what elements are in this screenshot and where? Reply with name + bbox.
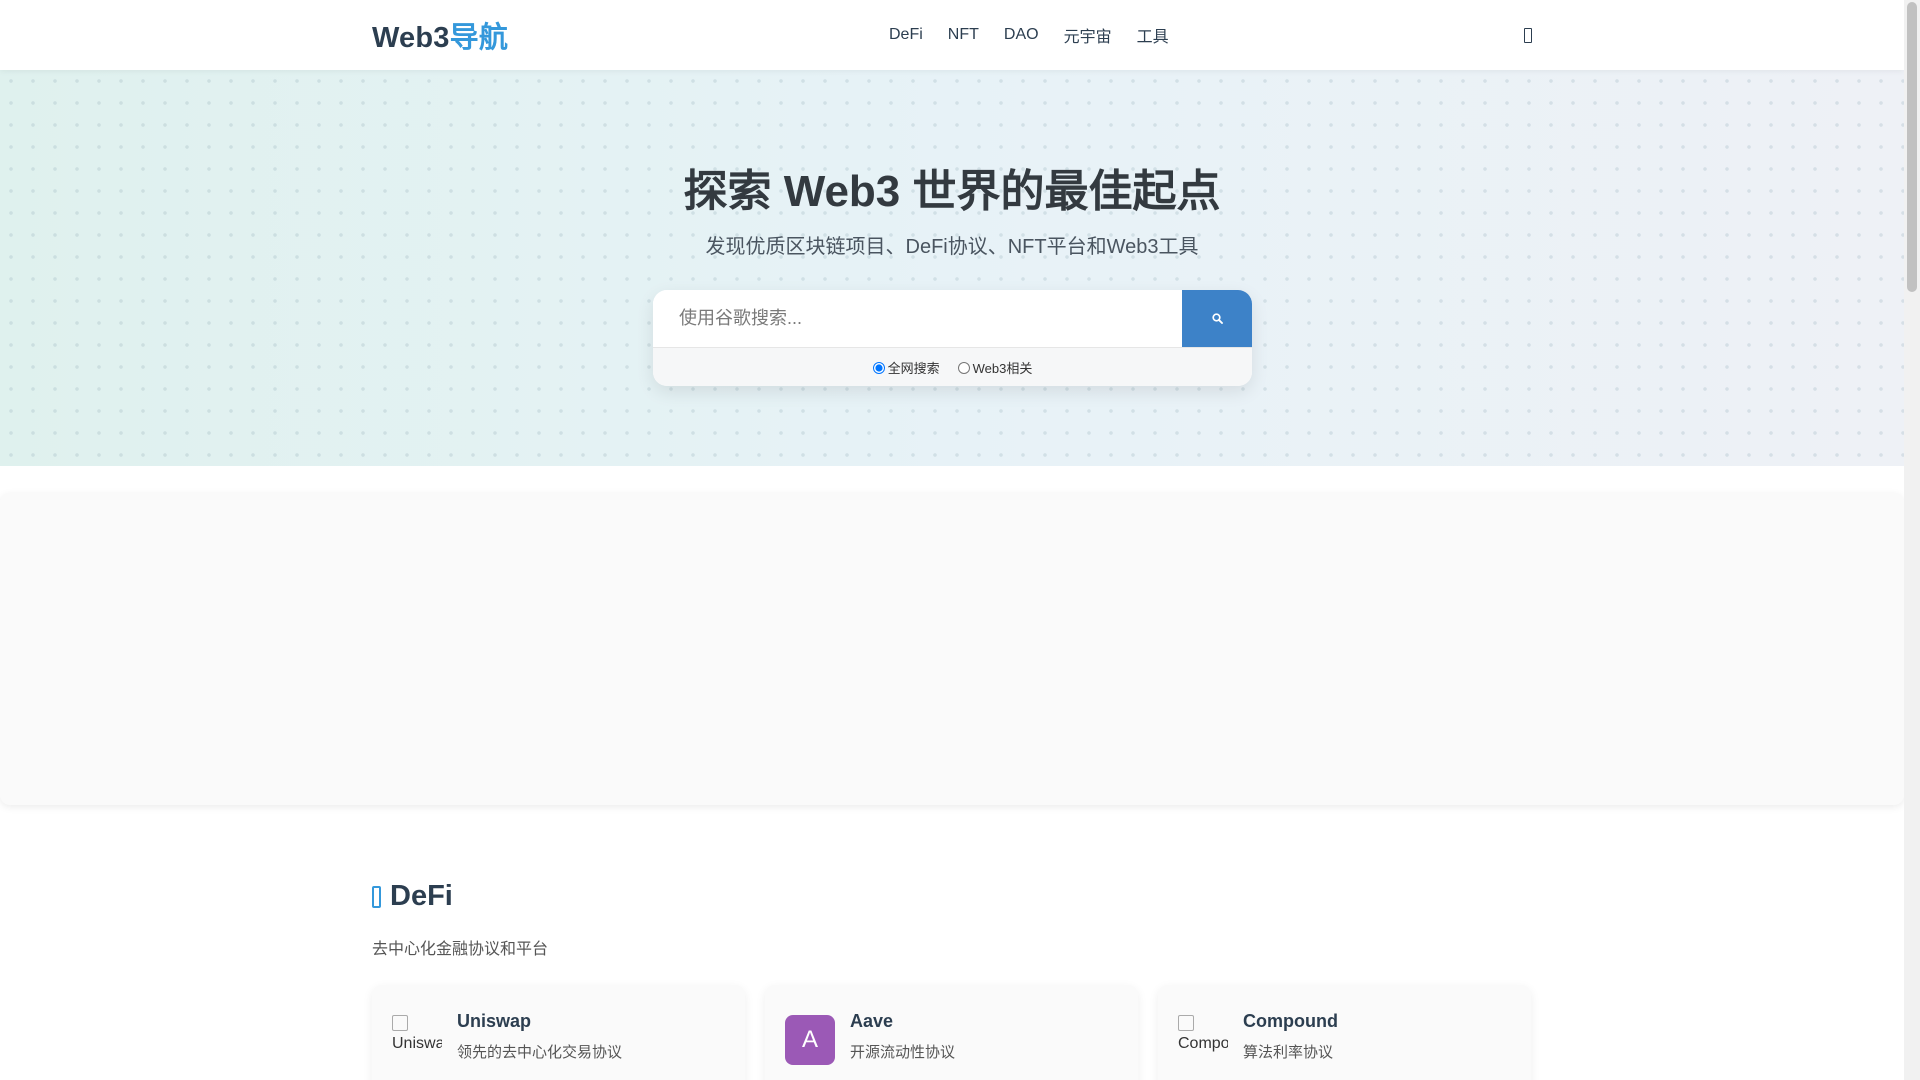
navbar: Web3导航 DeFi NFT DAO 元宇宙 工具 bbox=[0, 0, 1904, 70]
search-input[interactable] bbox=[653, 290, 1182, 347]
nav-link-tools[interactable]: 工具 bbox=[1137, 23, 1169, 47]
section-title-text: DeFi bbox=[390, 880, 453, 912]
section-description: 去中心化金融协议和平台 bbox=[372, 941, 549, 958]
search-option-all[interactable]: 全网搜索 bbox=[872, 358, 940, 377]
card-name: Compound bbox=[1243, 1011, 1338, 1031]
card-description: 开源流动性协议 bbox=[850, 1044, 956, 1061]
card-description: 算法利率协议 bbox=[1243, 1044, 1334, 1061]
nav-link-metaverse[interactable]: 元宇宙 bbox=[1064, 23, 1112, 47]
nav-link-dao[interactable]: DAO bbox=[1004, 26, 1039, 44]
logo-text: Web3 bbox=[372, 22, 450, 54]
card-name: Aave bbox=[850, 1011, 894, 1031]
nav-links: DeFi NFT DAO 元宇宙 工具 bbox=[889, 0, 1194, 70]
broken-image-icon bbox=[392, 1015, 408, 1031]
section-title: DeFi bbox=[372, 880, 453, 913]
search-box: 全网搜索 Web3相关 bbox=[653, 290, 1252, 386]
card-compound[interactable]: Compound Compound 算法利率协议 bbox=[1158, 985, 1531, 1080]
moon-icon[interactable] bbox=[1518, 24, 1538, 46]
logo-accent-text: 导航 bbox=[449, 22, 509, 54]
site-logo[interactable]: Web3导航 bbox=[372, 14, 508, 56]
card-description: 领先的去中心化交易协议 bbox=[457, 1044, 623, 1061]
card-logo-alt: Uniswap bbox=[392, 1035, 442, 1052]
card-logo-alt: Compound bbox=[1178, 1035, 1228, 1052]
broken-image-icon bbox=[1178, 1015, 1194, 1031]
card-name: Uniswap bbox=[457, 1011, 532, 1031]
hero-subtitle: 发现优质区块链项目、DeFi协议、NFT平台和Web3工具 bbox=[705, 236, 1199, 258]
hero-title: 探索 Web3 世界的最佳起点 bbox=[683, 167, 1221, 216]
nav-link-nft[interactable]: NFT bbox=[948, 26, 979, 44]
search-options: 全网搜索 Web3相关 bbox=[653, 347, 1252, 386]
card-list: Uniswap Uniswap 领先的去中心化交易协议 A Aave 开源流动性… bbox=[372, 985, 1532, 1080]
hero-section: 探索 Web3 世界的最佳起点 发现优质区块链项目、DeFi协议、NFT平台和W… bbox=[0, 70, 1904, 466]
hero-dot-pattern bbox=[0, 70, 1904, 466]
card-aave[interactable]: A Aave 开源流动性协议 bbox=[765, 985, 1138, 1080]
card-logo-aave: A bbox=[785, 1015, 835, 1065]
scrollbar-thumb[interactable] bbox=[1907, 2, 1917, 292]
search-option-all-label: 全网搜索 bbox=[887, 361, 940, 376]
search-button[interactable] bbox=[1182, 290, 1252, 347]
card-logo-compound: Compound bbox=[1178, 1015, 1228, 1065]
card-logo-uniswap: Uniswap bbox=[392, 1015, 442, 1065]
page-scrollbar[interactable] bbox=[1904, 0, 1920, 1080]
nav-link-defi[interactable]: DeFi bbox=[889, 26, 923, 44]
search-option-web3-label: Web3相关 bbox=[972, 361, 1033, 376]
search-option-all-radio[interactable] bbox=[872, 361, 885, 374]
coins-icon bbox=[372, 885, 381, 908]
search-icon bbox=[1211, 313, 1223, 324]
search-option-web3-radio[interactable] bbox=[957, 361, 970, 374]
card-uniswap[interactable]: Uniswap Uniswap 领先的去中心化交易协议 bbox=[372, 985, 745, 1080]
ad-banner-area bbox=[0, 493, 1904, 805]
page: Web3导航 DeFi NFT DAO 元宇宙 工具 探索 Web3 世界的最佳… bbox=[0, 0, 1904, 1080]
search-option-web3[interactable]: Web3相关 bbox=[957, 358, 1033, 377]
